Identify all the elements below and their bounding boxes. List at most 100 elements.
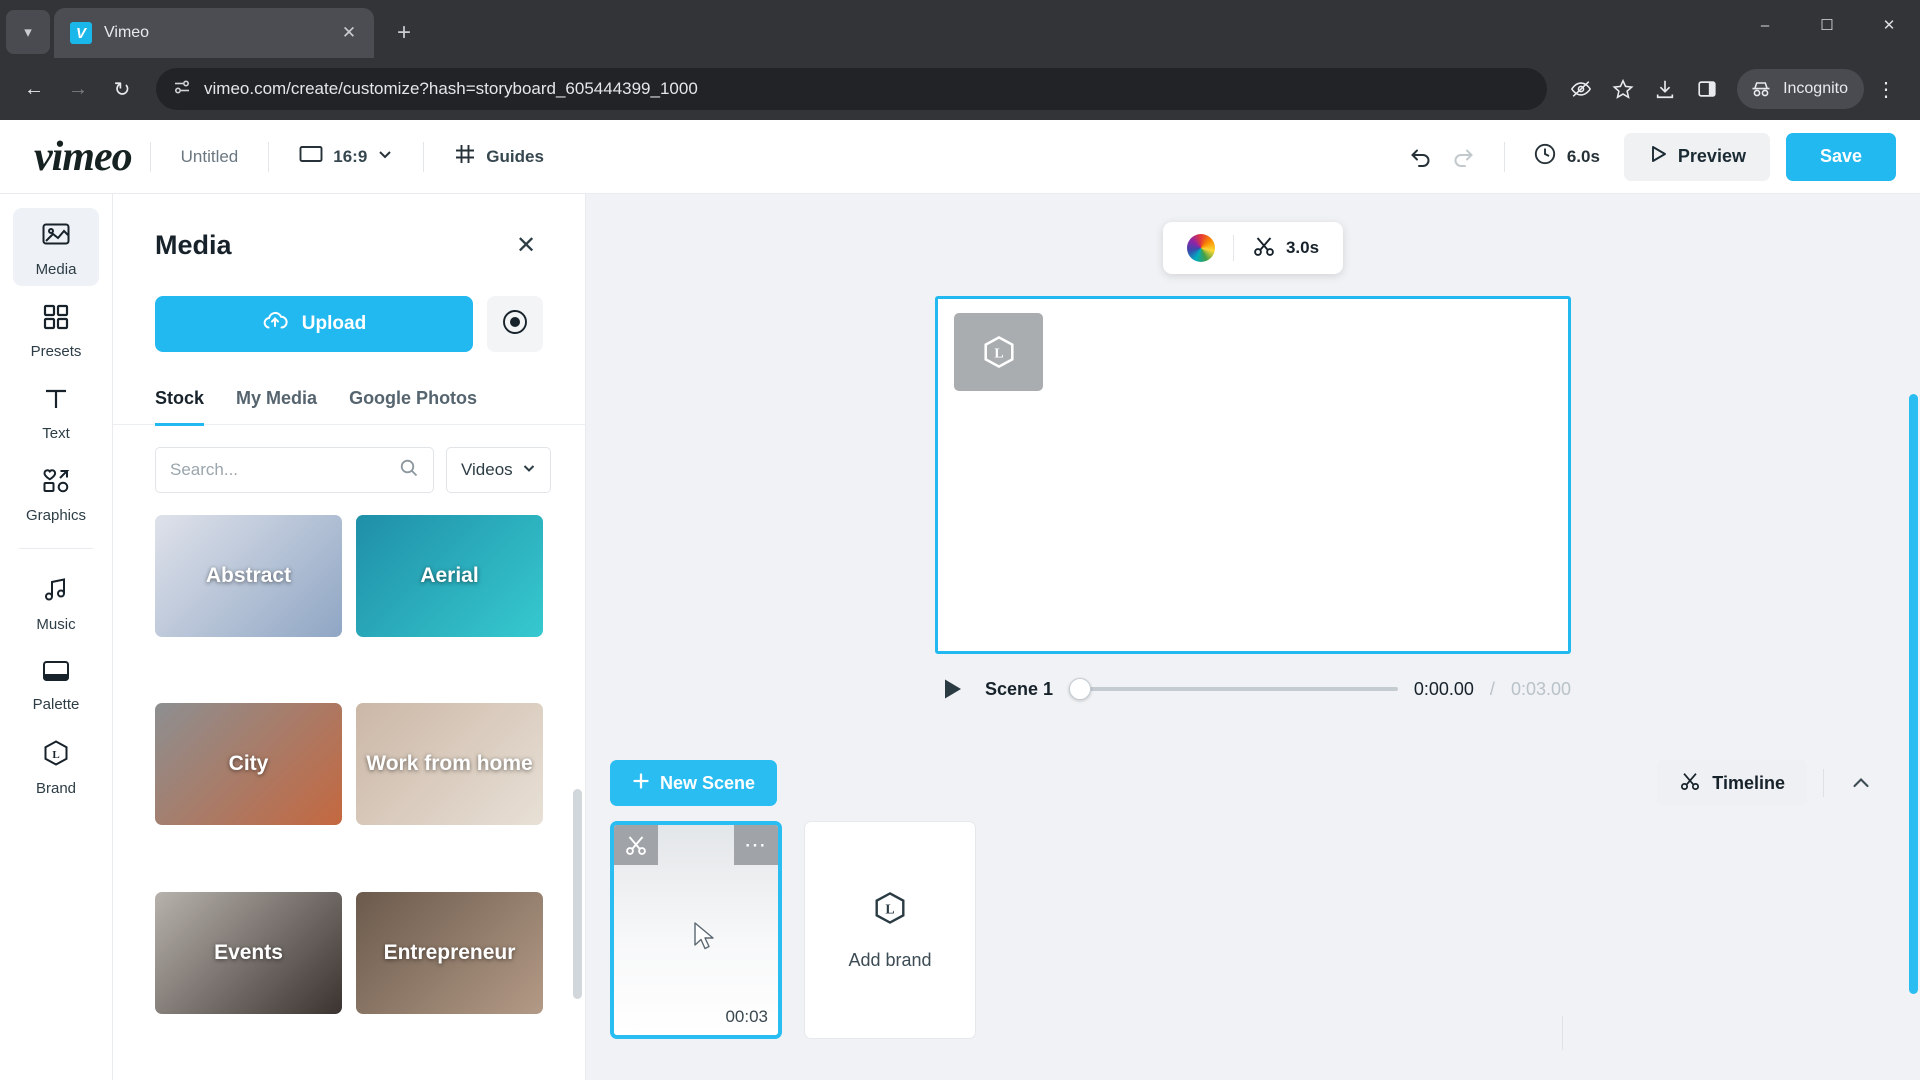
window-close-icon[interactable]: ✕ (1858, 0, 1920, 50)
stock-category-label: City (228, 752, 269, 776)
timeline-button[interactable]: Timeline (1657, 760, 1807, 806)
scrubber-track (1069, 687, 1398, 691)
window-maximize-icon[interactable]: ☐ (1796, 0, 1858, 50)
scrubber-handle[interactable] (1069, 678, 1092, 700)
sidebar-item-music[interactable]: Music (13, 565, 99, 641)
browser-tab[interactable]: V Vimeo ✕ (54, 8, 374, 58)
play-icon[interactable] (935, 672, 969, 706)
canvas-area: 3.0s L Scene 1 0:00.00 / 0:03.00 (586, 194, 1920, 745)
download-icon[interactable] (1645, 69, 1685, 109)
sidebar-item-text[interactable]: Text (13, 374, 99, 450)
new-scene-button[interactable]: New Scene (610, 760, 778, 806)
media-type-value: Videos (461, 460, 513, 479)
video-canvas[interactable]: L (935, 296, 1571, 654)
text-t-icon (42, 385, 70, 418)
project-duration: 6.0s (1523, 142, 1610, 171)
stock-category-tile[interactable]: Abstract (155, 515, 342, 637)
svg-text:L: L (52, 749, 59, 761)
color-button[interactable] (1169, 226, 1233, 270)
header-divider-3 (423, 141, 425, 172)
scene-card[interactable]: ⋯ 00:03 (610, 821, 782, 1039)
sidebar-item-palette[interactable]: Palette (13, 647, 99, 721)
tab-google-photos[interactable]: Google Photos (349, 388, 477, 426)
add-brand-card[interactable]: L Add brand (804, 821, 976, 1039)
stock-category-tile[interactable]: Events (155, 891, 342, 1014)
record-icon (501, 308, 529, 341)
rail-divider (19, 548, 93, 549)
reload-icon[interactable]: ↻ (102, 69, 142, 109)
playback-bar: Scene 1 0:00.00 / 0:03.00 (935, 672, 1571, 706)
window-minimize-icon[interactable]: ‒ (1734, 0, 1796, 50)
svg-text:L: L (885, 903, 894, 918)
stock-category-label: Events (214, 940, 283, 964)
canvas-logo-placeholder[interactable]: L (954, 313, 1043, 391)
timeline-rule-divider (1562, 1016, 1563, 1050)
tab-close-icon[interactable]: ✕ (336, 20, 362, 46)
upload-row: Upload (113, 262, 585, 352)
aspect-ratio-selector[interactable]: 16:9 (287, 137, 405, 176)
project-title[interactable]: Untitled (169, 139, 251, 175)
eye-slash-icon[interactable] (1561, 69, 1601, 109)
trim-button[interactable]: 3.0s (1234, 226, 1337, 270)
browser-chrome: ▾ V Vimeo ✕ + ‒ ☐ ✕ ← → ↻ vimeo.com/crea… (0, 0, 1920, 120)
tab-my-media[interactable]: My Media (236, 388, 317, 426)
scene-strip: ⋯ 00:03 L Add brand (586, 821, 1920, 1039)
record-button[interactable] (487, 296, 543, 352)
brand-hexagon-icon: L (41, 738, 71, 773)
address-bar-url: vimeo.com/create/customize?hash=storyboa… (204, 79, 698, 98)
upload-button[interactable]: Upload (155, 296, 473, 352)
preview-label: Preview (1677, 146, 1746, 166)
guides-button[interactable]: Guides (442, 135, 556, 178)
guides-label: Guides (486, 146, 544, 166)
sidebar-item-brand[interactable]: L Brand (13, 727, 99, 805)
sidebar-item-media[interactable]: Media (13, 208, 99, 286)
search-input-wrapper[interactable] (155, 447, 434, 493)
stock-category-tile[interactable]: Entrepreneur (356, 891, 543, 1014)
redo-icon[interactable] (1442, 135, 1486, 179)
incognito-indicator[interactable]: Incognito (1737, 69, 1864, 109)
scene-trim-icon[interactable] (614, 825, 658, 865)
address-bar[interactable]: vimeo.com/create/customize?hash=storyboa… (156, 68, 1548, 110)
vimeo-logo[interactable]: vimeo (34, 133, 133, 181)
preview-button[interactable]: Preview (1623, 132, 1770, 181)
sidebar-label-brand: Brand (35, 780, 77, 797)
playback-scrubber[interactable] (1069, 678, 1398, 700)
grid-icon (42, 303, 70, 336)
navigation-bar: ← → ↻ vimeo.com/create/customize?hash=st… (0, 58, 1920, 120)
stock-category-tile[interactable]: Aerial (356, 515, 543, 637)
scene-duration: 00:03 (725, 1007, 768, 1026)
aspect-ratio-value: 16:9 (333, 146, 368, 166)
forward-arrow-icon[interactable]: → (58, 69, 98, 109)
undo-icon[interactable] (1398, 135, 1442, 179)
star-icon[interactable] (1603, 69, 1643, 109)
back-arrow-icon[interactable]: ← (14, 69, 54, 109)
page-settings-icon[interactable] (172, 77, 192, 102)
side-panel-icon[interactable] (1687, 69, 1727, 109)
stage-scrollbar[interactable] (1909, 394, 1918, 994)
sidebar-item-presets[interactable]: Presets (13, 292, 99, 368)
close-icon[interactable]: ✕ (509, 228, 543, 262)
tab-stock[interactable]: Stock (155, 388, 205, 426)
search-icon[interactable] (399, 458, 419, 483)
chevron-up-icon[interactable] (1840, 762, 1882, 804)
tab-search-icon[interactable]: ▾ (6, 10, 50, 54)
app-header: vimeo Untitled 16:9 Guides 6.0s Preview … (0, 120, 1920, 194)
new-tab-icon[interactable]: + (384, 13, 424, 53)
scene-more-icon[interactable]: ⋯ (734, 825, 778, 865)
editor-stage: 3.0s L Scene 1 0:00.00 / 0:03.00 New Sce… (586, 194, 1920, 1080)
three-dot-menu-icon[interactable]: ⋮ (1866, 69, 1906, 109)
music-note-icon (42, 576, 70, 609)
stock-category-label: Entrepreneur (383, 940, 516, 964)
save-button[interactable]: Save (1785, 132, 1896, 181)
stock-category-tile[interactable]: City (155, 703, 342, 826)
sidebar-label-music: Music (36, 616, 76, 633)
stock-category-tile[interactable]: Work from home (356, 703, 543, 826)
header-divider-4 (1503, 141, 1505, 172)
tab-title: Vimeo (104, 24, 150, 41)
chevron-down-icon (522, 460, 536, 480)
media-panel-scrollbar[interactable] (573, 789, 582, 999)
stock-category-grid: Abstract Aerial City Work from home Events En… (113, 493, 585, 1080)
sidebar-item-graphics[interactable]: Graphics (13, 456, 99, 532)
search-input[interactable] (170, 460, 391, 480)
media-type-filter[interactable]: Videos (446, 447, 551, 493)
